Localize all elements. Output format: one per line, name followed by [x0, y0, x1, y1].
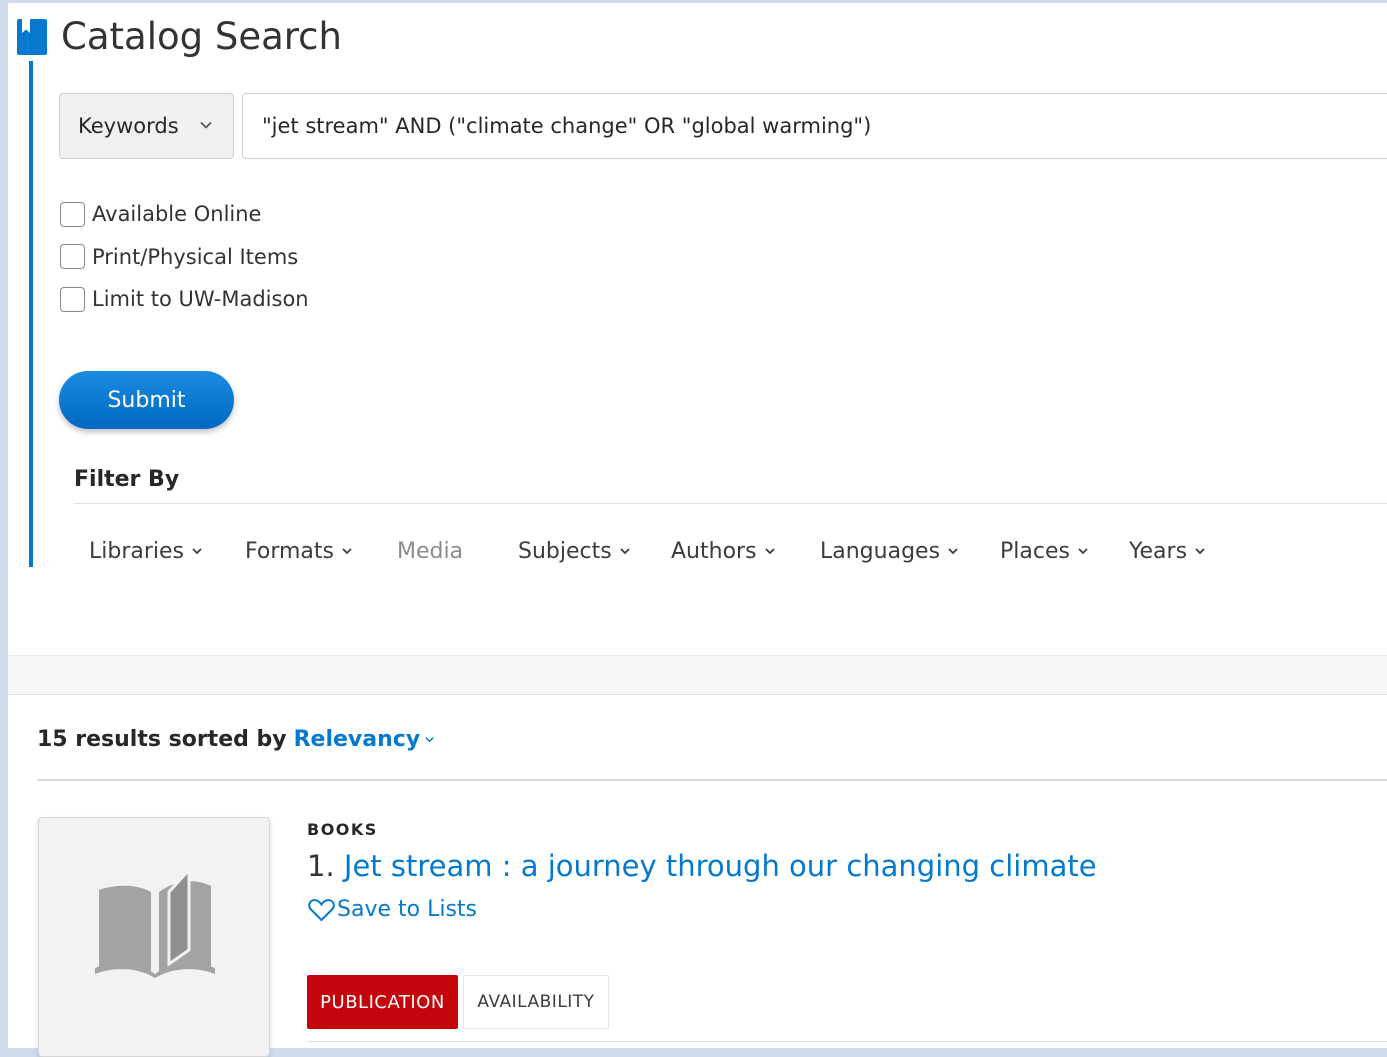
- main-panel: Catalog Search Keywords Available Online…: [8, 3, 1387, 1057]
- filter-label: Libraries: [89, 538, 185, 564]
- limit-uw-madison-option[interactable]: Limit to UW-Madison: [60, 278, 309, 321]
- page-header: Catalog Search: [17, 15, 342, 58]
- tab-publication[interactable]: PUBLICATION: [307, 975, 458, 1029]
- checkbox-label: Print/Physical Items: [92, 244, 299, 269]
- page-title: Catalog Search: [61, 15, 342, 58]
- bookmark-book-icon: [17, 18, 47, 55]
- results-summary: 15 results sorted by Relevancy: [37, 727, 435, 752]
- tab-panel-border: [307, 1041, 1387, 1042]
- chevron-down-icon: [425, 737, 434, 743]
- chevron-down-icon: [948, 548, 958, 555]
- filter-divider: [74, 503, 1387, 504]
- filter-subjects[interactable]: Subjects: [518, 531, 631, 571]
- available-online-option[interactable]: Available Online: [60, 193, 309, 236]
- filter-libraries[interactable]: Libraries: [89, 531, 203, 571]
- filter-by-heading: Filter By: [74, 467, 180, 492]
- checkbox-label: Limit to UW-Madison: [92, 287, 309, 312]
- filter-authors[interactable]: Authors: [671, 531, 776, 571]
- save-to-lists-link[interactable]: Save to Lists: [308, 897, 477, 922]
- filter-label: Languages: [820, 538, 941, 564]
- chevron-down-icon: [1195, 548, 1205, 555]
- filter-media: Media: [397, 531, 463, 571]
- open-book-icon: [95, 868, 215, 978]
- filter-label: Formats: [245, 538, 334, 564]
- filter-label: Media: [397, 538, 464, 564]
- result-title: 1. Jet stream : a journey through our ch…: [307, 849, 1097, 883]
- limit-uw-madison-checkbox[interactable]: [60, 286, 85, 312]
- chevron-down-icon: [764, 548, 775, 555]
- filter-label: Years: [1129, 538, 1188, 564]
- result-title-link[interactable]: Jet stream : a journey through our chang…: [344, 849, 1097, 883]
- filter-places[interactable]: Places: [1000, 531, 1089, 571]
- search-row: Keywords: [59, 93, 1387, 159]
- section-divider: [8, 655, 1387, 695]
- results-divider: [37, 779, 1387, 781]
- print-physical-option[interactable]: Print/Physical Items: [60, 236, 309, 279]
- results-count-text: 15 results sorted by: [37, 727, 287, 752]
- submit-button[interactable]: Submit: [59, 371, 234, 429]
- search-options: Available Online Print/Physical Items Li…: [60, 193, 309, 321]
- search-scope-value: Keywords: [78, 114, 179, 138]
- search-scope-select[interactable]: Keywords: [59, 93, 234, 159]
- filter-years[interactable]: Years: [1129, 531, 1206, 571]
- filter-label: Authors: [671, 538, 757, 564]
- search-section: Catalog Search Keywords Available Online…: [8, 3, 1387, 655]
- sort-label: Relevancy: [293, 727, 421, 752]
- result-format-label: BOOKS: [307, 820, 378, 839]
- print-physical-checkbox[interactable]: [60, 244, 85, 270]
- filter-bar: Libraries Formats Media Subjects Authors…: [8, 531, 1387, 571]
- available-online-checkbox[interactable]: [60, 201, 85, 227]
- sort-dropdown[interactable]: Relevancy: [294, 727, 436, 752]
- chevron-down-icon: [200, 121, 212, 129]
- filter-label: Subjects: [518, 538, 612, 564]
- book-cover-placeholder[interactable]: [38, 817, 270, 1057]
- filter-label: Places: [1000, 538, 1070, 564]
- heart-icon: [308, 898, 335, 921]
- chevron-down-icon: [620, 548, 630, 555]
- result-number: 1.: [307, 849, 335, 883]
- filter-formats[interactable]: Formats: [245, 531, 353, 571]
- search-input[interactable]: [242, 93, 1387, 159]
- save-to-lists-label: Save to Lists: [337, 897, 477, 922]
- chevron-down-icon: [342, 548, 352, 555]
- filter-languages[interactable]: Languages: [820, 531, 959, 571]
- accent-bar: [29, 61, 33, 567]
- chevron-down-icon: [192, 548, 202, 555]
- tab-availability[interactable]: AVAILABILITY: [463, 975, 609, 1029]
- checkbox-label: Available Online: [92, 202, 262, 227]
- chevron-down-icon: [1078, 548, 1088, 555]
